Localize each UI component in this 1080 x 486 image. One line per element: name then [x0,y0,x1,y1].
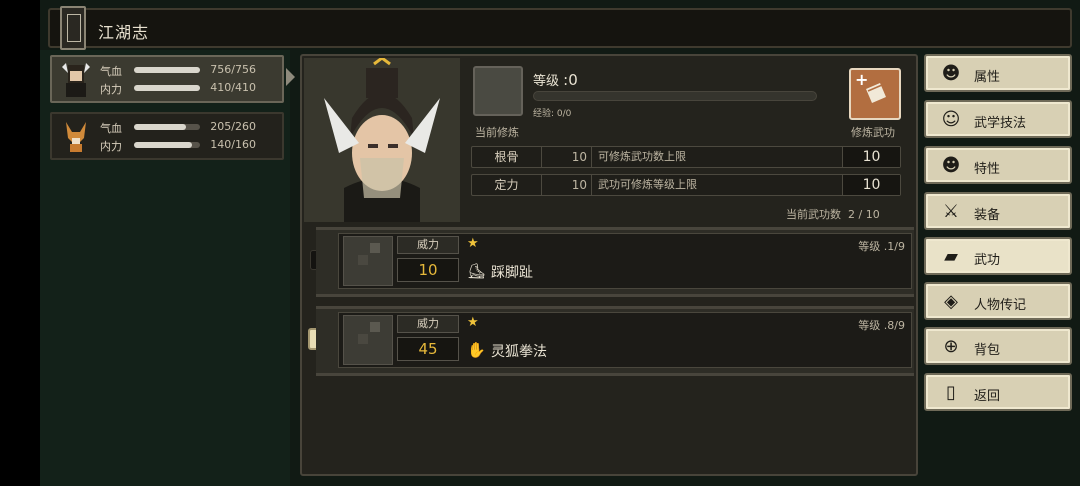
xp-label: 经验: 0/0 [533,109,572,119]
mp-value: 140/160 [210,138,256,151]
stat-cap: 10 [842,175,900,195]
stat-desc: 武功可修炼等级上限 [598,178,697,191]
letterbox-left [0,0,40,486]
mp-bar [134,142,200,148]
skill-row-body: 威力 10 ★ 等级 .1/9 ⛸ 踩脚趾 [338,233,912,289]
menu-label: 武功 [974,253,1001,268]
star-icon: ★ [467,236,479,251]
page-title: 江湖志 [98,23,150,42]
foot-icon: ⛸ [467,262,487,280]
menu-attributes[interactable]: ☻ 属性 [924,54,1072,92]
skill-level: 等级 .8/9 [858,319,905,332]
game-screen: 江湖志 气血 756/756 内力 410/410 气血 205/260 内力 … [0,0,1080,486]
hp-label: 气血 [100,65,122,78]
door-icon: ▯ [946,382,956,403]
xp-bar [533,91,817,101]
menu-label: 装备 [974,208,1001,223]
stat-value: 10 [542,175,592,195]
plus-icon: + [855,70,869,89]
skill-icon [343,236,393,286]
mp-bar [134,85,200,91]
skill-level: 等级 .1/9 [858,240,905,253]
fist-icon: ✋ [467,341,486,359]
menu-label: 返回 [974,389,1001,404]
menu-martial-techniques[interactable]: ☺ 武学技法 [924,100,1072,138]
power-label: 威力 [397,315,459,333]
menu-biography[interactable]: ◈ 人物传记 [924,282,1072,320]
skill-row-body: 威力 45 ★ 等级 .8/9 ✋ 灵狐拳法 [338,312,912,368]
scroll-icon: ◈ [944,291,958,312]
stat-row-bone: 根骨 10 可修炼武功数上限 10 [471,146,901,168]
title-bar: 江湖志 [48,6,1072,50]
selected-arrow-icon [286,68,295,86]
power-value: 45 [397,337,459,361]
mp-label: 内力 [100,140,122,153]
stat-desc: 可修炼武功数上限 [598,150,686,163]
stat-name: 根骨 [472,147,542,167]
book-icon: ▰ [944,246,958,267]
train-skill-label: 修炼武功 [851,126,895,139]
power-value: 10 [397,258,459,282]
stat-row-focus: 定力 10 武功可修炼等级上限 10 [471,174,901,196]
journal-icon [60,6,86,50]
skill-name: 踩脚趾 [491,265,533,281]
hp-value: 756/756 [210,63,256,76]
current-training-slot[interactable] [473,66,523,116]
menu-label: 背包 [974,343,1001,358]
hp-bar [134,124,200,130]
player-portrait [62,63,90,97]
train-skill-button[interactable]: + [849,68,901,120]
character-card-player[interactable]: 气血 756/756 内力 410/410 [50,55,284,103]
star-icon: ★ [467,315,479,330]
power-label: 威力 [397,236,459,254]
mp-value: 410/410 [210,81,256,94]
stat-cap: 10 [842,147,900,167]
hero-portrait [304,58,460,222]
character-card-fox[interactable]: 气血 205/260 内力 140/160 [50,112,284,160]
skill-row[interactable]: 威力 45 ★ 等级 .8/9 ✋ 灵狐拳法 [316,306,914,376]
stat-name: 定力 [472,175,542,195]
skill-name: 灵狐拳法 [491,344,547,360]
traits-icon: ☻ [941,155,961,176]
bag-icon: ⊕ [943,336,959,357]
menu-label: 属性 [974,70,1001,85]
menu-label: 人物传记 [974,298,1027,313]
person-icon: ☻ [941,63,961,84]
hp-label: 气血 [100,122,122,135]
level-label: 等级 :0 [533,71,578,89]
sword-icon: ⚔ [942,201,960,222]
martial-arts-icon: ☺ [941,109,961,130]
mp-label: 内力 [100,83,122,96]
menu-label: 武学技法 [974,116,1027,131]
menu-traits[interactable]: ☻ 特性 [924,146,1072,184]
stat-value: 10 [542,147,592,167]
menu-equipment[interactable]: ⚔ 装备 [924,192,1072,230]
menu-martial-arts[interactable]: ▰ 武功 [924,237,1072,275]
hp-bar [134,67,200,73]
menu-label: 特性 [974,162,1001,177]
menu-back[interactable]: ▯ 返回 [924,373,1072,411]
fox-portrait [66,122,86,152]
skill-icon [343,315,393,365]
hp-value: 205/260 [210,120,256,133]
skill-count: 当前武功数 2 / 10 [786,208,880,221]
skill-row[interactable]: 威力 10 ★ 等级 .1/9 ⛸ 踩脚趾 [316,227,914,297]
menu-bag[interactable]: ⊕ 背包 [924,327,1072,365]
current-training-label: 当前修炼 [475,126,519,139]
